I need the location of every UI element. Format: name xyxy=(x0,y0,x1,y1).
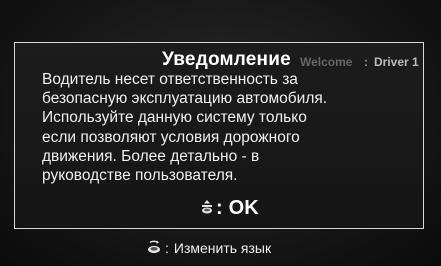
welcome-separator: : xyxy=(364,55,368,69)
message-line: если позволяют условия дорожного xyxy=(42,128,300,146)
driver-name: Driver 1 xyxy=(374,55,419,69)
notice-message: Водитель несет ответственность за безопа… xyxy=(42,70,362,185)
ok-separator: : xyxy=(216,197,223,219)
ok-button[interactable]: : OK xyxy=(201,197,259,221)
interface-dial-rotate-icon xyxy=(147,240,161,254)
ok-label: OK xyxy=(228,197,259,219)
message-line: движения. Более детально - в xyxy=(42,147,260,165)
change-language-button[interactable]: : Изменить язык xyxy=(147,239,271,259)
change-language-separator: : xyxy=(165,239,169,256)
message-line: Используйте данную систему только xyxy=(42,109,307,127)
interface-knob-press-icon xyxy=(201,199,213,214)
notice-title: Уведомление xyxy=(162,49,291,70)
notice-screen: Уведомление Welcome : Driver 1 Водитель … xyxy=(0,0,441,266)
message-line: безопасную эксплуатацию автомобиля. xyxy=(42,90,328,108)
message-line: Водитель несет ответственность за xyxy=(42,71,298,88)
change-language-label: Изменить язык xyxy=(173,239,272,256)
welcome-label: Welcome xyxy=(300,55,353,69)
message-line: руководстве пользователя. xyxy=(42,167,238,185)
